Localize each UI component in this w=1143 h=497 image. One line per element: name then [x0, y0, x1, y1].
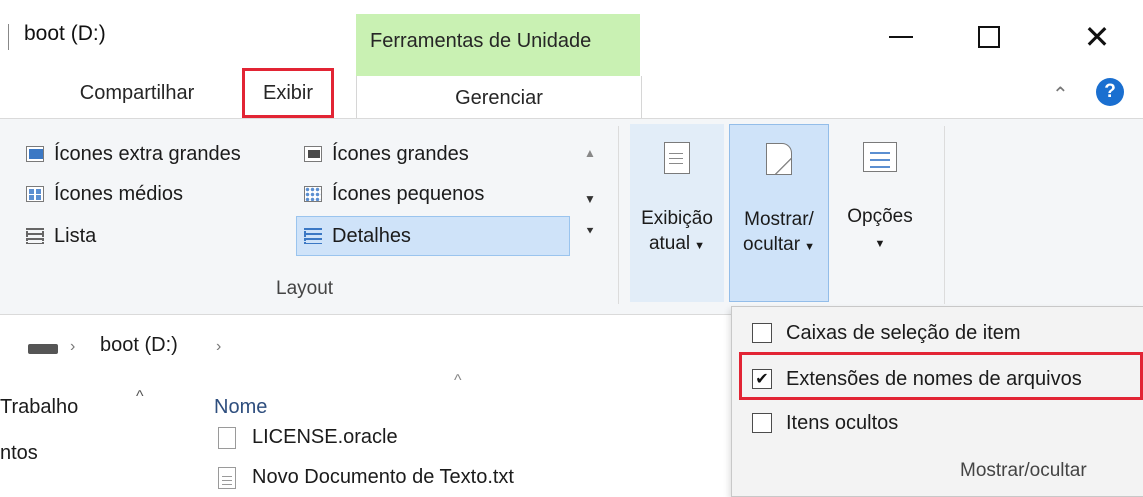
menu-item-label: Caixas de seleção de item — [786, 321, 1021, 344]
checkbox[interactable] — [752, 413, 772, 433]
checkbox[interactable] — [752, 323, 772, 343]
tab-compartilhar[interactable]: Compartilhar — [54, 68, 220, 118]
dropdown-caret-icon: ▼ — [804, 241, 815, 253]
breadcrumb-chevron-icon[interactable]: › — [216, 338, 221, 356]
extra-large-icons-icon — [26, 146, 44, 162]
breadcrumb-item[interactable]: boot (D:) — [100, 334, 178, 357]
tab-gerenciar[interactable]: Gerenciar — [356, 76, 642, 120]
layout-item-label: Ícones grandes — [332, 142, 469, 165]
file-name: LICENSE.oracle — [252, 426, 398, 448]
group-divider — [618, 126, 619, 304]
layout-extra-large-icons[interactable]: Ícones extra grandes — [26, 138, 241, 170]
nav-item[interactable]: Trabalho — [0, 396, 78, 419]
button-label-text: ocultar — [743, 234, 801, 255]
drive-icon — [28, 344, 58, 354]
layout-large-icons[interactable]: Ícones grandes — [304, 138, 469, 170]
close-icon: ✕ — [1083, 19, 1111, 55]
hidden-items-option[interactable]: Itens ocultos — [752, 408, 898, 438]
item-checkboxes-option[interactable]: Caixas de seleção de item — [752, 318, 1021, 348]
show-hide-icon — [766, 143, 792, 175]
details-icon — [304, 228, 322, 244]
options-button[interactable]: Opções ▼ — [834, 124, 926, 302]
annotation-highlight-box — [739, 352, 1143, 400]
layout-item-label: Detalhes — [332, 224, 411, 247]
close-button[interactable]: ✕ — [1066, 10, 1128, 64]
small-icons-icon — [304, 186, 322, 202]
maximize-icon — [978, 26, 1000, 48]
contextual-tab-group-label: Ferramentas de Unidade — [370, 30, 592, 52]
layout-medium-icons[interactable]: Ícones médios — [26, 178, 183, 210]
nav-item[interactable]: ntos — [0, 442, 38, 465]
layout-list[interactable]: Lista — [26, 220, 96, 252]
button-label: Mostrar/ — [744, 209, 814, 230]
help-icon[interactable]: ? — [1096, 78, 1124, 106]
collapse-ribbon-icon[interactable]: ⌃ — [1052, 82, 1069, 107]
file-icon — [218, 426, 236, 449]
button-label: ▼ — [875, 229, 886, 257]
layout-group-label: Layout — [276, 278, 334, 299]
group-divider — [944, 126, 945, 304]
options-icon — [863, 142, 897, 172]
title-separator — [8, 24, 9, 50]
dropdown-caret-icon: ▼ — [694, 240, 706, 252]
scroll-down-icon[interactable]: ▼ — [578, 192, 602, 206]
file-name: Novo Documento de Texto.txt — [252, 466, 514, 488]
layout-item-label: Ícones pequenos — [332, 182, 485, 205]
breadcrumb-chevron-icon[interactable]: › — [70, 338, 75, 356]
button-label: atual ▼ — [649, 231, 705, 259]
medium-icons-icon — [26, 186, 44, 202]
list-item[interactable]: LICENSE.oracle — [218, 426, 398, 449]
maximize-button[interactable] — [958, 10, 1020, 64]
button-label: ocultar ▼ — [743, 232, 815, 260]
text-file-icon — [218, 466, 236, 489]
current-view-icon — [664, 142, 690, 174]
large-icons-icon — [304, 146, 322, 162]
show-hide-menu-footer: Mostrar/ocultar — [960, 460, 1087, 481]
button-label-text: atual — [648, 233, 691, 254]
layout-item-label: Ícones médios — [54, 182, 183, 205]
dropdown-caret-icon: ▼ — [874, 238, 886, 250]
layout-details[interactable]: Detalhes — [304, 220, 411, 252]
menu-item-label: Itens ocultos — [786, 411, 899, 434]
minimize-icon — [889, 36, 913, 38]
layout-gallery-scroll[interactable]: ▲ ▼ ⯆ — [578, 126, 602, 256]
sort-indicator-icon: ^ — [454, 372, 462, 389]
layout-item-label: Lista — [54, 224, 97, 247]
column-header-name[interactable]: Nome — [214, 396, 267, 419]
show-hide-button[interactable]: Mostrar/ ocultar ▼ — [729, 124, 829, 302]
list-icon — [26, 228, 44, 244]
minimize-button[interactable] — [870, 10, 932, 64]
layout-small-icons[interactable]: Ícones pequenos — [304, 178, 484, 210]
window-title: boot (D:) — [24, 22, 106, 45]
button-label: Opções — [847, 206, 913, 227]
nav-scroll-up-icon[interactable]: ^ — [136, 388, 144, 406]
expand-gallery-icon[interactable]: ⯆ — [578, 224, 602, 239]
current-view-button[interactable]: Exibição atual ▼ — [630, 124, 724, 302]
button-label: Exibição — [641, 208, 713, 229]
tab-exibir[interactable]: Exibir — [242, 68, 334, 118]
list-item[interactable]: Novo Documento de Texto.txt — [218, 466, 514, 489]
layout-item-label: Ícones extra grandes — [54, 142, 241, 165]
scroll-up-icon[interactable]: ▲ — [578, 146, 602, 160]
